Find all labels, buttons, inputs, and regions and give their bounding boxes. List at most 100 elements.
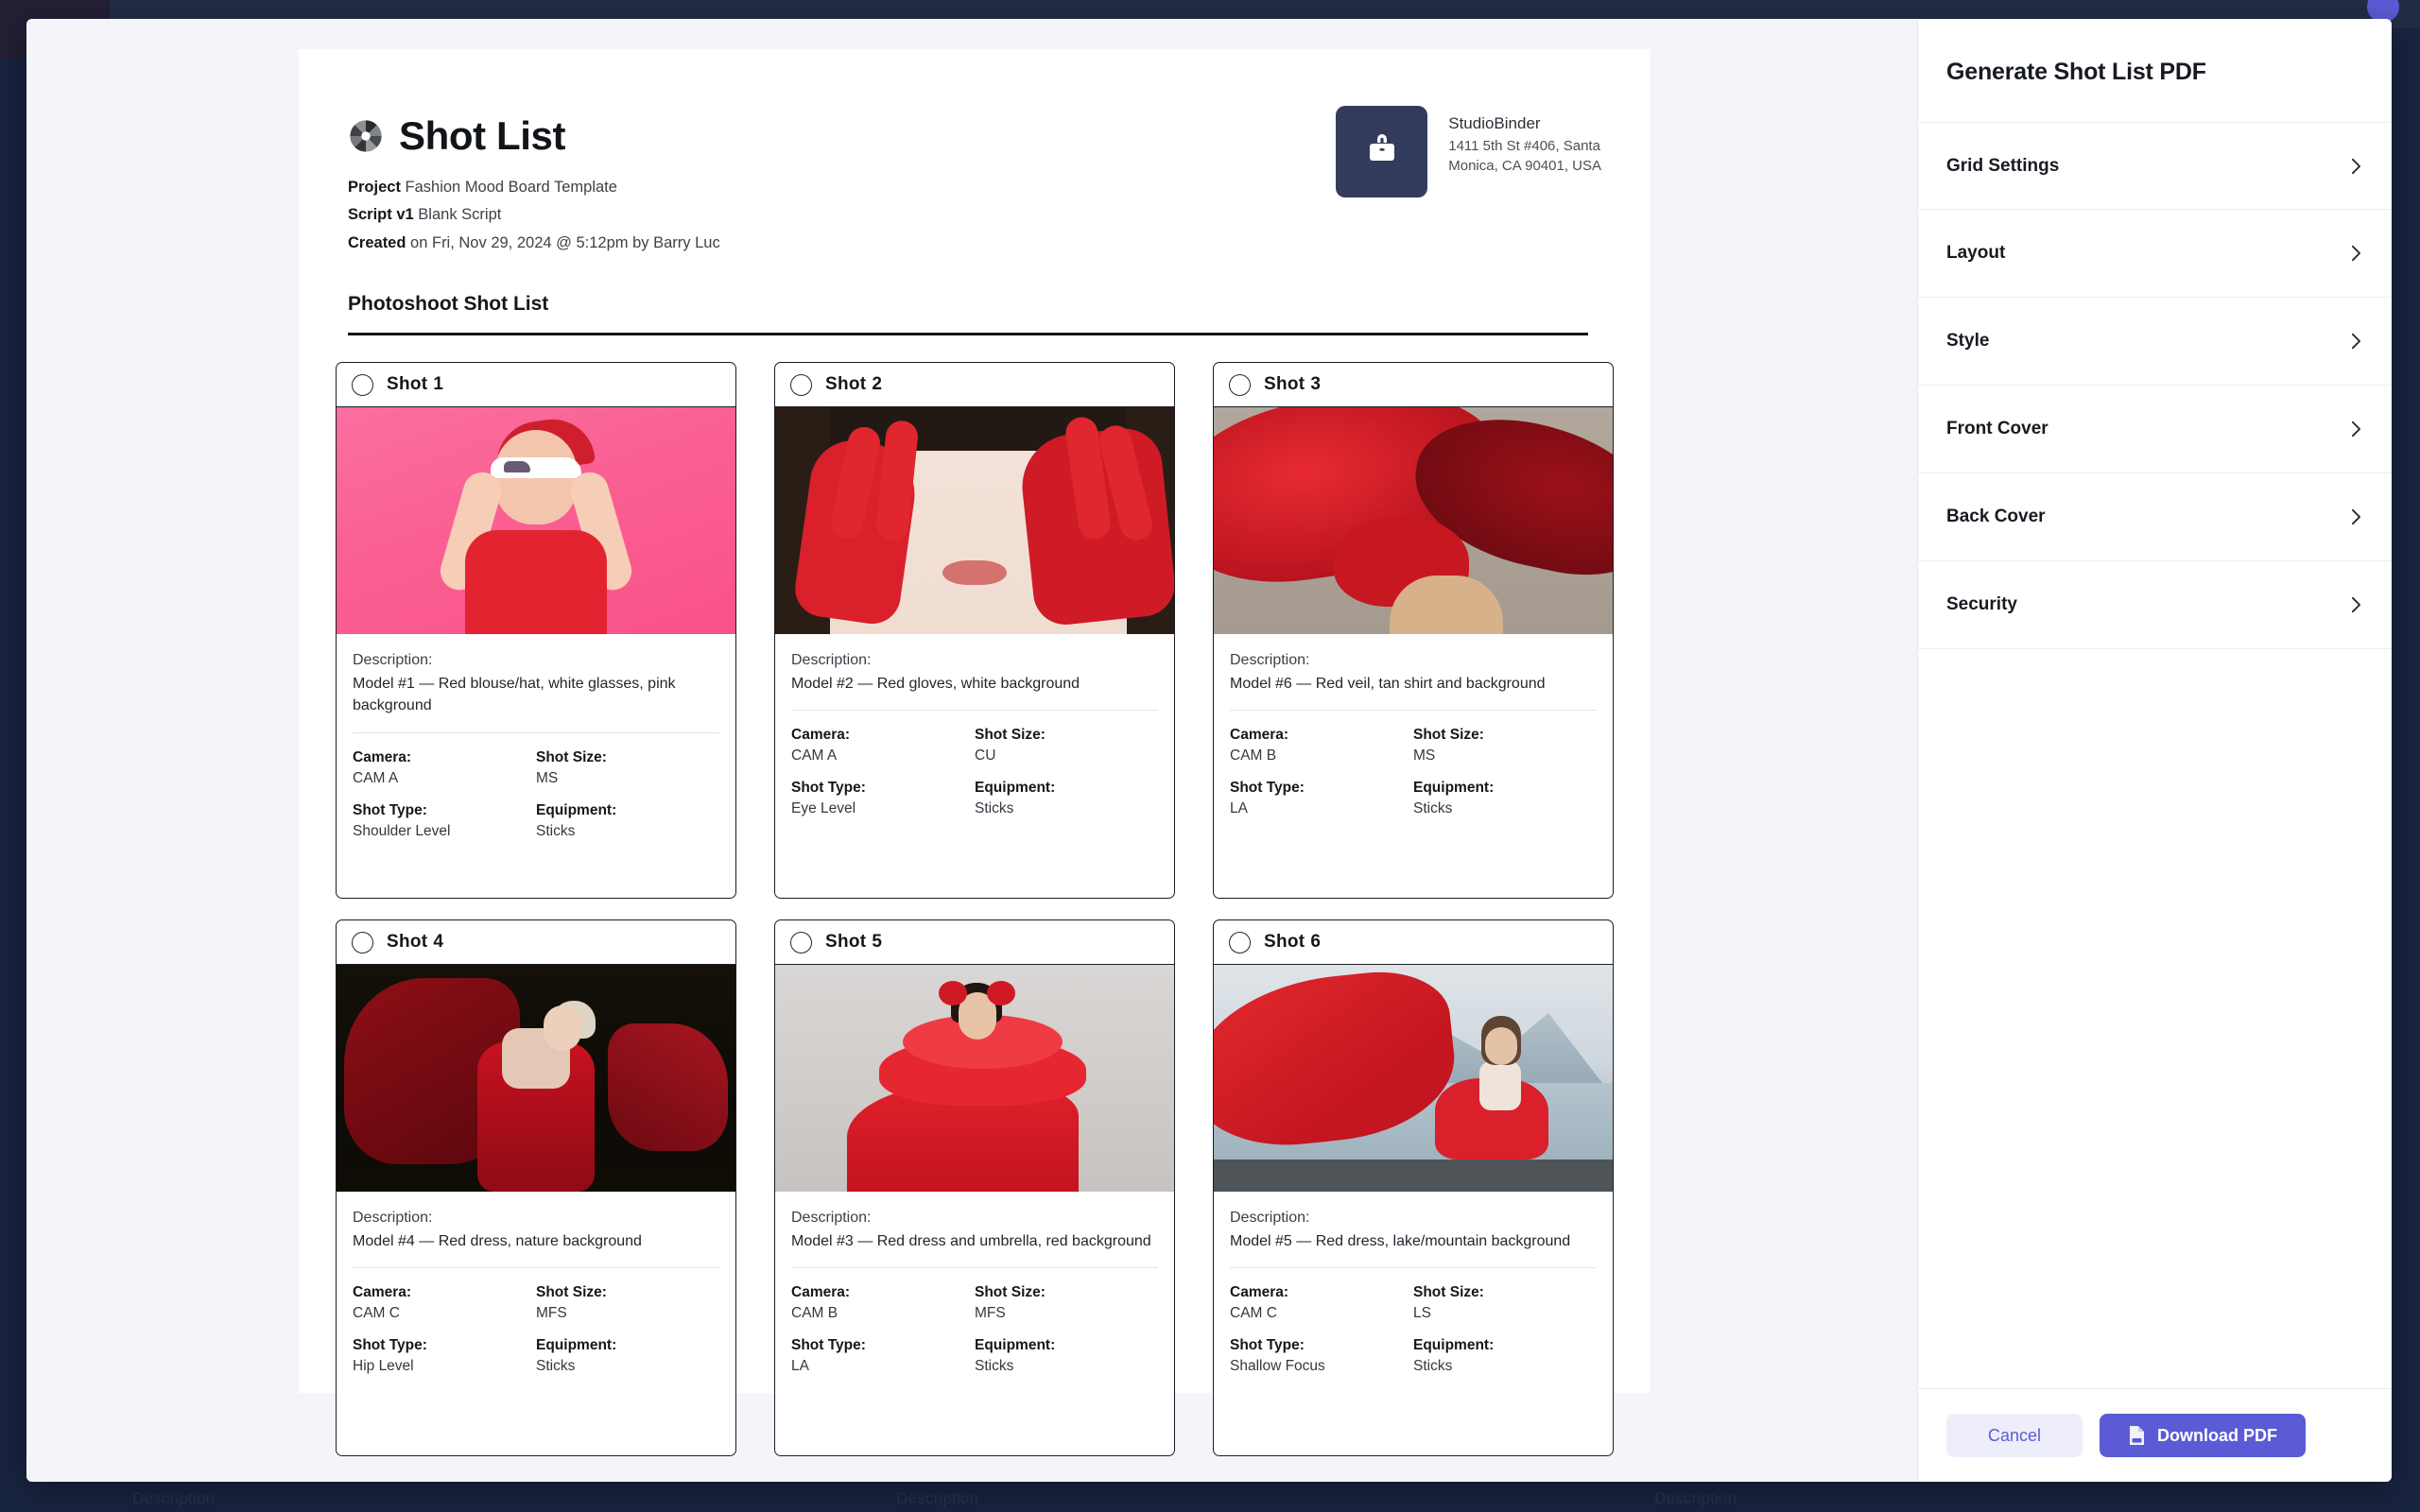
description-label: Description: [791,1210,872,1227]
shot-card[interactable]: Shot 3 Description: Model #6 — Red veil, … [1213,362,1614,900]
shot-select-checkbox[interactable] [352,373,373,396]
shot-size-label: Shot Size: [1413,1284,1484,1301]
shot-card-body: Description: Model #5 — Red dress, lake/… [1214,1192,1613,1455]
equipment-value: Sticks [975,1358,1014,1375]
camera-label: Camera: [1230,1284,1289,1301]
panel-item-security[interactable]: Security [1918,561,2392,649]
description-label: Description: [791,652,872,669]
card-divider [791,1267,1158,1269]
shot-type-value: LA [1230,800,1248,817]
camera-label: Camera: [791,727,851,744]
card-divider [1230,710,1597,712]
shot-size-value: MFS [975,1305,1006,1322]
shot-select-checkbox[interactable] [790,373,812,396]
shot-label-text: Shot [825,932,867,953]
underlying-page-ghost: Description Description Description [0,1489,1910,1512]
panel-footer: Cancel Download PDF [1918,1388,2392,1482]
description-label: Description: [353,1210,433,1227]
equipment-value: Sticks [1413,1358,1453,1375]
shot-type-label: Shot Type: [353,801,427,818]
shot-type-label: Shot Type: [791,780,866,797]
panel-item-layout[interactable]: Layout [1918,210,2392,298]
shot-card[interactable]: Shot 6 Description: Model #5 — Red dress,… [1213,919,1614,1457]
brand-logo [1336,106,1428,198]
meta-script-label: Script v1 [348,206,414,224]
shot-select-checkbox[interactable] [790,931,812,954]
shot-select-checkbox[interactable] [1229,373,1251,396]
shot-number: 1 [433,374,444,395]
shot-card[interactable]: Shot 5 Description: Model #3 — Red dress … [774,919,1175,1457]
document-preview-scroll[interactable]: Shot List Project Fashion Mood Board Tem… [26,19,1917,1482]
generate-pdf-modal: Shot List Project Fashion Mood Board Tem… [26,19,2392,1482]
camera-value: CAM A [791,747,838,765]
meta-project: Project Fashion Mood Board Template [348,174,720,201]
shot-type-label: Shot Type: [1230,1337,1305,1354]
meta-created: Created on Fri, Nov 29, 2024 @ 5:12pm by… [348,230,720,257]
shot-card-body: Description: Model #4 — Red dress, natur… [337,1192,735,1455]
shot-select-checkbox[interactable] [1229,931,1251,954]
shot-card-title: Shot 6 [1264,932,1321,953]
shot-select-checkbox[interactable] [352,931,373,954]
shot-card-header: Shot 1 [337,363,735,408]
description-value: Model #4 — Red dress, nature background [353,1233,642,1250]
document-meta: Project Fashion Mood Board Template Scri… [348,174,720,257]
description-value: Model #5 — Red dress, lake/mountain back… [1230,1233,1571,1250]
panel-item-grid-settings[interactable]: Grid Settings [1918,122,2392,210]
shot-card[interactable]: Shot 1 Description: Model #1 — Red blouse… [336,362,736,900]
shot-number: 2 [872,374,883,395]
panel-item-style[interactable]: Style [1918,298,2392,386]
card-divider [353,1267,719,1269]
shot-card-header: Shot 6 [1214,920,1613,966]
description-value: Model #1 — Red blouse/hat, white glasses… [353,676,676,714]
cancel-button[interactable]: Cancel [1946,1414,2083,1457]
panel-item-front-cover[interactable]: Front Cover [1918,386,2392,473]
equipment-value: Sticks [536,1358,576,1375]
panel-item-label: Back Cover [1946,507,2046,526]
shot-card-header: Shot 5 [775,920,1174,966]
shot-image [337,407,735,635]
camera-value: CAM A [353,769,399,786]
shot-label-text: Shot [1264,374,1305,395]
document-title-row: Shot List [348,113,720,159]
section-title: Photoshoot Shot List [348,293,549,316]
camera-value: CAM B [1230,747,1277,765]
shot-image [775,965,1174,1193]
panel-item-back-cover[interactable]: Back Cover [1918,473,2392,561]
panel-item-label: Security [1946,594,2017,614]
equipment-value: Sticks [1413,800,1453,817]
shot-type-value: Eye Level [791,800,856,817]
shot-card-body: Description: Model #3 — Red dress and um… [775,1192,1174,1455]
shot-size-value: CU [975,747,996,765]
shot-type-label: Shot Type: [791,1337,866,1354]
shot-size-value: LS [1413,1305,1431,1322]
chevron-right-icon [2351,245,2361,262]
equipment-label: Equipment: [1413,1337,1495,1354]
shot-number: 3 [1310,374,1322,395]
description-value: Model #3 — Red dress and umbrella, red b… [791,1233,1151,1250]
shot-card-title: Shot 2 [825,374,882,395]
shot-image [1214,407,1613,635]
shot-size-label: Shot Size: [536,1284,607,1301]
chevron-right-icon [2351,508,2361,525]
meta-project-value: Fashion Mood Board Template [405,179,617,196]
pdf-settings-panel: Generate Shot List PDF Grid Settings Lay… [1917,19,2392,1482]
shot-card-title: Shot 4 [387,932,443,953]
equipment-label: Equipment: [975,1337,1056,1354]
shot-card[interactable]: Shot 4 Description: Model #4 — Red dress,… [336,919,736,1457]
camera-label: Camera: [791,1284,851,1301]
shot-image [337,965,735,1193]
shot-grid: Shot 1 Description: Model #1 — Red blouse… [336,362,1614,1457]
camera-label: Camera: [353,1284,412,1301]
panel-item-label: Style [1946,331,1990,351]
camera-value: CAM B [791,1305,838,1322]
download-pdf-label: Download PDF [2157,1425,2278,1445]
shot-card-body: Description: Model #6 — Red veil, tan sh… [1214,634,1613,898]
equipment-label: Equipment: [1413,780,1495,797]
section-divider [348,333,1588,336]
shot-card[interactable]: Shot 2 Description: Model #2 — Red glove… [774,362,1175,900]
meta-created-value: on Fri, Nov 29, 2024 @ 5:12pm by Barry L… [410,233,720,251]
download-pdf-button[interactable]: Download PDF [2100,1414,2307,1457]
shot-card-header: Shot 3 [1214,363,1613,408]
meta-script: Script v1 Blank Script [348,201,720,229]
document-header: Shot List Project Fashion Mood Board Tem… [348,85,1601,257]
